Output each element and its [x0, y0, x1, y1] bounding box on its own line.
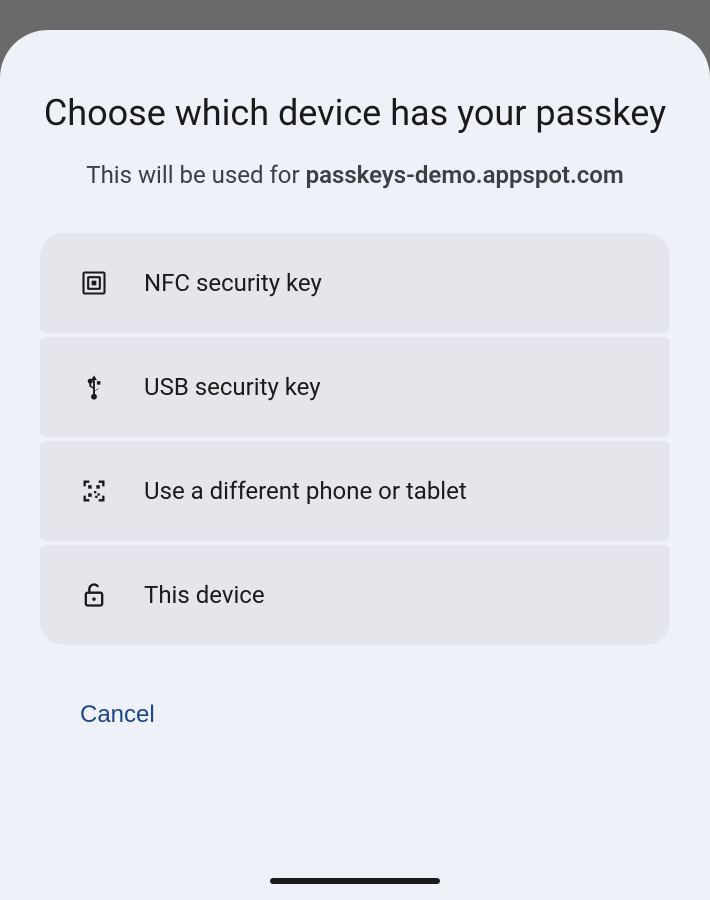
option-different-phone-tablet[interactable]: Use a different phone or tablet [40, 441, 670, 541]
device-options-list: NFC security key USB security key [40, 233, 670, 645]
lock-open-icon [80, 581, 108, 609]
option-this-device[interactable]: This device [40, 545, 670, 645]
passkey-device-sheet: Choose which device has your passkey Thi… [0, 30, 710, 900]
nfc-icon [80, 269, 108, 297]
dialog-title: Choose which device has your passkey [40, 90, 670, 137]
option-usb-security-key[interactable]: USB security key [40, 337, 670, 437]
qr-code-icon [80, 477, 108, 505]
option-label: NFC security key [144, 269, 322, 297]
option-label: Use a different phone or tablet [144, 477, 467, 505]
option-label: This device [144, 581, 265, 609]
home-indicator[interactable] [270, 878, 440, 884]
subtitle-prefix: This will be used for [86, 161, 305, 189]
subtitle-domain: passkeys-demo.appspot.com [306, 161, 624, 189]
usb-icon [80, 373, 108, 401]
option-label: USB security key [144, 373, 321, 401]
option-nfc-security-key[interactable]: NFC security key [40, 233, 670, 333]
cancel-button[interactable]: Cancel [40, 701, 195, 729]
dialog-subtitle: This will be used for passkeys-demo.apps… [40, 161, 670, 189]
